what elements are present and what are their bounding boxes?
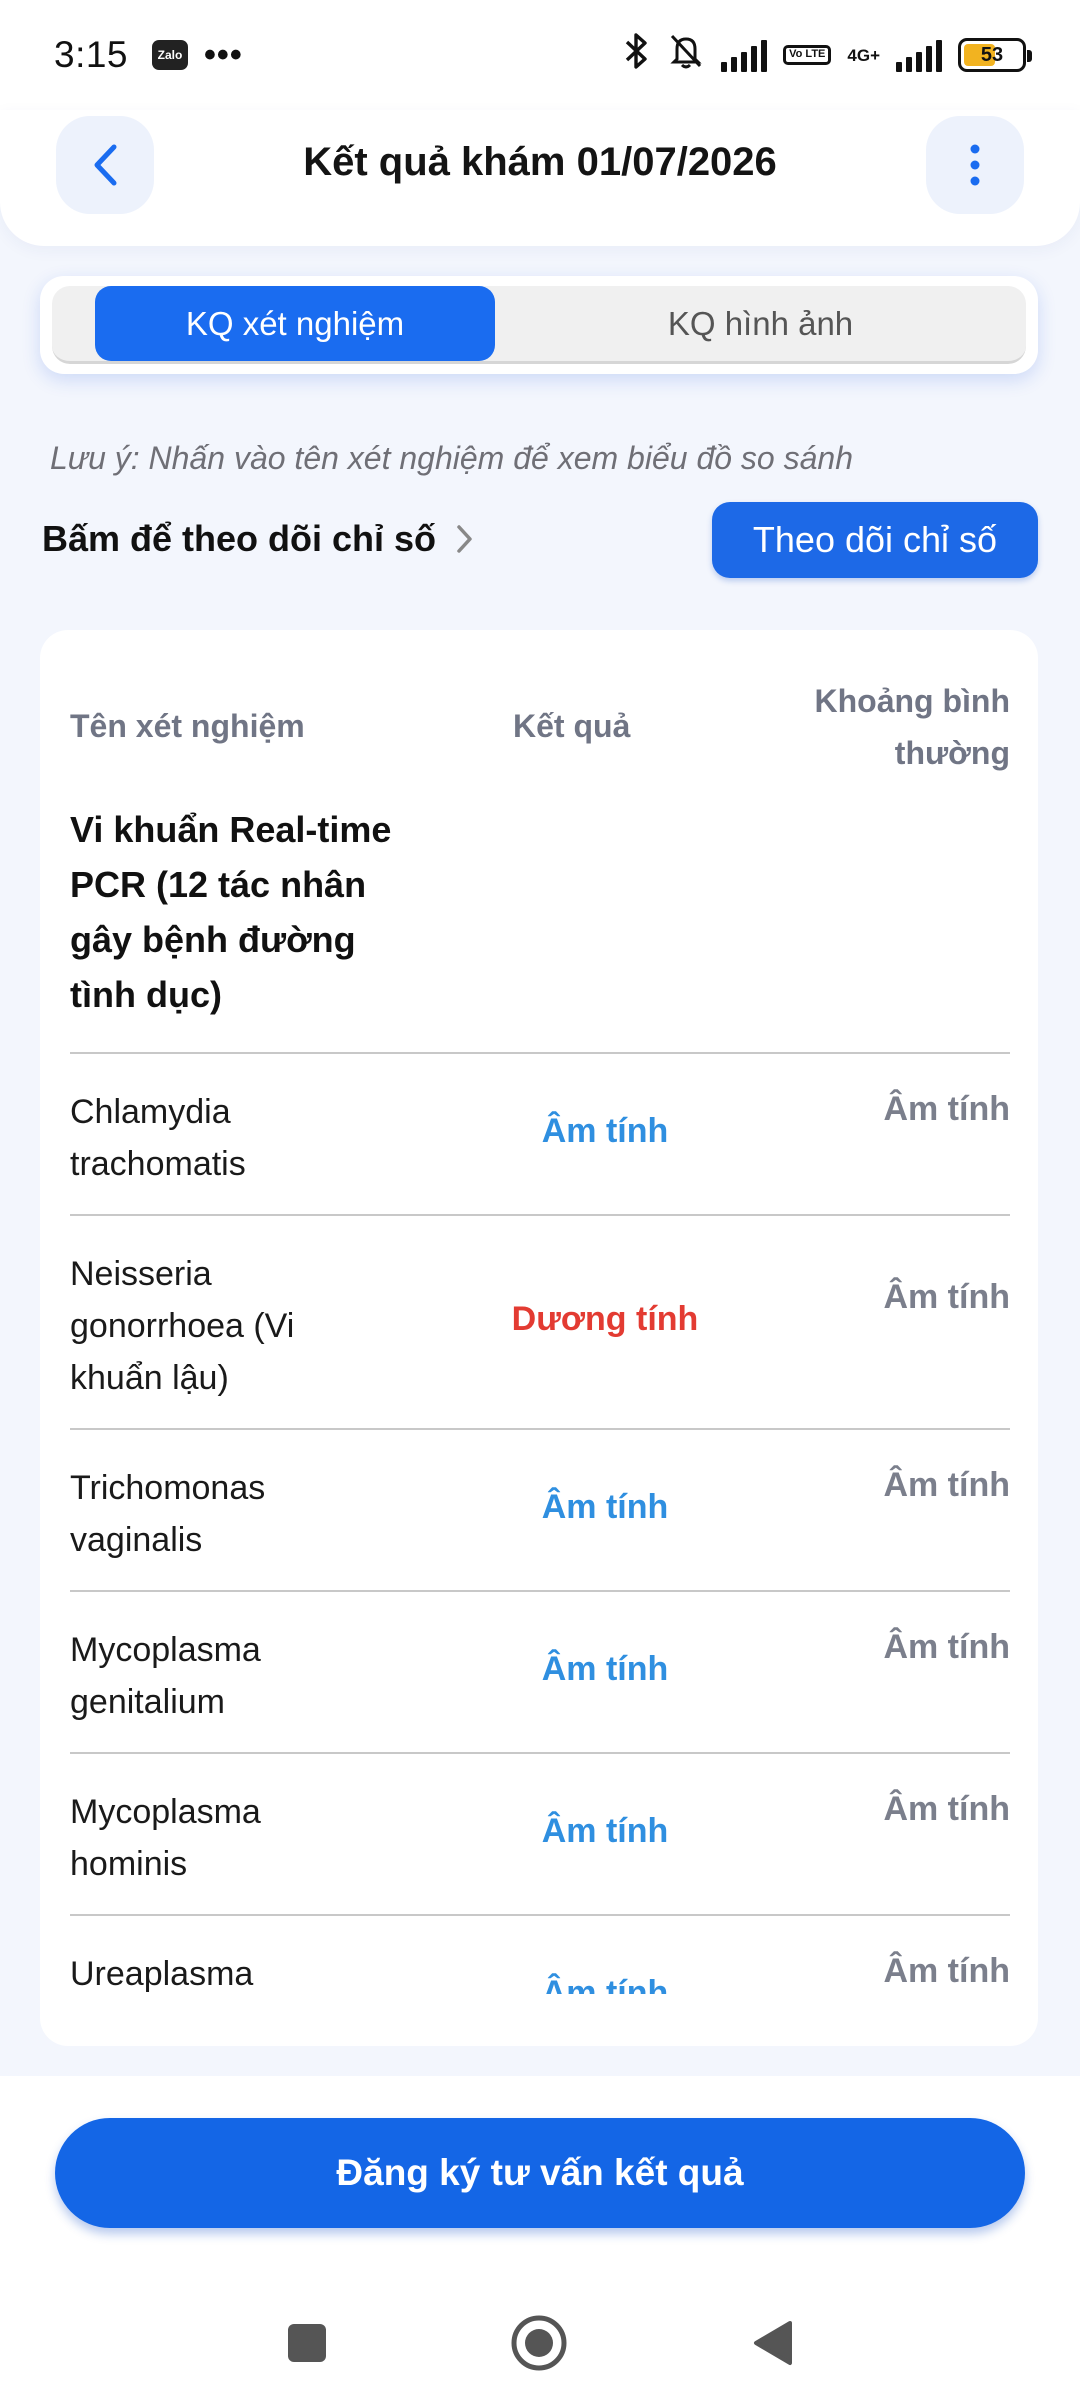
- recent-apps-button[interactable]: [286, 2322, 328, 2364]
- more-options-button[interactable]: [926, 116, 1024, 214]
- column-header-name: Tên xét nghiệm: [70, 708, 305, 744]
- normal-range: Âm tính: [883, 1466, 1010, 1504]
- track-indicators-link[interactable]: Bấm để theo dõi chỉ số: [42, 518, 474, 560]
- results-table: Tên xét nghiệm Kết quả Khoảng bình thườn…: [40, 630, 1038, 2046]
- register-consultation-button[interactable]: Đăng ký tư vấn kết quả: [55, 2118, 1025, 2228]
- battery-icon: 53: [958, 38, 1032, 72]
- bluetooth-icon: [621, 32, 651, 79]
- divider: [70, 1752, 1010, 1754]
- test-name[interactable]: Mycoplasma genitalium: [70, 1624, 350, 1728]
- system-navigation-bar: [0, 2298, 1080, 2388]
- signal-strength-2-icon: [896, 38, 942, 72]
- recent-apps-icon: [288, 2324, 326, 2362]
- test-group-title: Vi khuẩn Real-time PCR (12 tác nhân gây …: [70, 809, 392, 1015]
- normal-range: Âm tính: [883, 1278, 1010, 1316]
- status-bar: 3:15 Zalo ••• Vo LTE 4G+ 53: [0, 0, 1080, 110]
- network-type-icon: 4G+: [847, 45, 880, 65]
- muted-bell-icon: [667, 32, 705, 79]
- signal-strength-icon: [721, 38, 768, 72]
- chevron-right-icon: [457, 525, 472, 553]
- bottom-action-area: Đăng ký tư vấn kết quả: [0, 2076, 1080, 2400]
- test-result: Âm tính: [541, 1488, 669, 1526]
- home-button[interactable]: [510, 2314, 568, 2372]
- normal-range: Âm tính: [883, 1790, 1010, 1828]
- divider: [70, 1052, 1010, 1054]
- test-name[interactable]: Mycoplasma hominis: [70, 1786, 350, 1890]
- normal-range: Âm tính: [883, 1090, 1010, 1128]
- status-time: 3:15: [54, 34, 129, 75]
- app-header: Kết quả khám 01/07/2026: [0, 110, 1080, 246]
- battery-level: 53: [980, 43, 1004, 66]
- table-row[interactable]: Ureaplasma Âm tính Âm tính: [40, 1914, 1038, 1994]
- test-result: Âm tính: [541, 1650, 669, 1688]
- divider: [70, 1214, 1010, 1216]
- test-result: Âm tính: [541, 1812, 669, 1850]
- zalo-notification-icon: Zalo: [152, 40, 189, 70]
- divider: [70, 1428, 1010, 1430]
- column-header-result: Kết quả: [513, 708, 631, 744]
- normal-range: Âm tính: [883, 1952, 1010, 1990]
- back-icon: [754, 2321, 792, 2365]
- test-name[interactable]: Trichomonas vaginalis: [70, 1462, 350, 1566]
- divider: [70, 1590, 1010, 1592]
- column-header-range: Khoảng bình thường: [814, 683, 1010, 771]
- more-notifications-icon: •••: [204, 36, 243, 74]
- more-vertical-icon: [970, 144, 980, 186]
- volte-icon: Vo LTE: [783, 45, 832, 65]
- test-result: Âm tính: [541, 1112, 669, 1150]
- test-result: Âm tính: [541, 1974, 669, 1994]
- page-title: Kết quả khám 01/07/2026: [303, 140, 777, 184]
- test-name[interactable]: Chlamydia trachomatis: [70, 1086, 350, 1190]
- track-indicators-label: Bấm để theo dõi chỉ số: [42, 518, 437, 559]
- system-back-button[interactable]: [750, 2319, 794, 2367]
- test-name[interactable]: Neisseria gonorrhoea (Vi khuẩn lậu): [70, 1248, 350, 1404]
- test-result: Dương tính: [511, 1300, 699, 1338]
- normal-range: Âm tính: [883, 1628, 1010, 1666]
- home-icon: [511, 2315, 567, 2371]
- hint-note: Lưu ý: Nhấn vào tên xét nghiệm để xem bi…: [50, 440, 853, 476]
- test-name[interactable]: Ureaplasma: [70, 1948, 350, 1994]
- tab-imaging-results[interactable]: KQ hình ảnh: [495, 286, 1026, 361]
- tab-lab-results[interactable]: KQ xét nghiệm: [95, 286, 495, 361]
- result-tabs: KQ xét nghiệm KQ hình ảnh: [40, 276, 1038, 374]
- track-indicators-button[interactable]: Theo dõi chỉ số: [712, 502, 1038, 578]
